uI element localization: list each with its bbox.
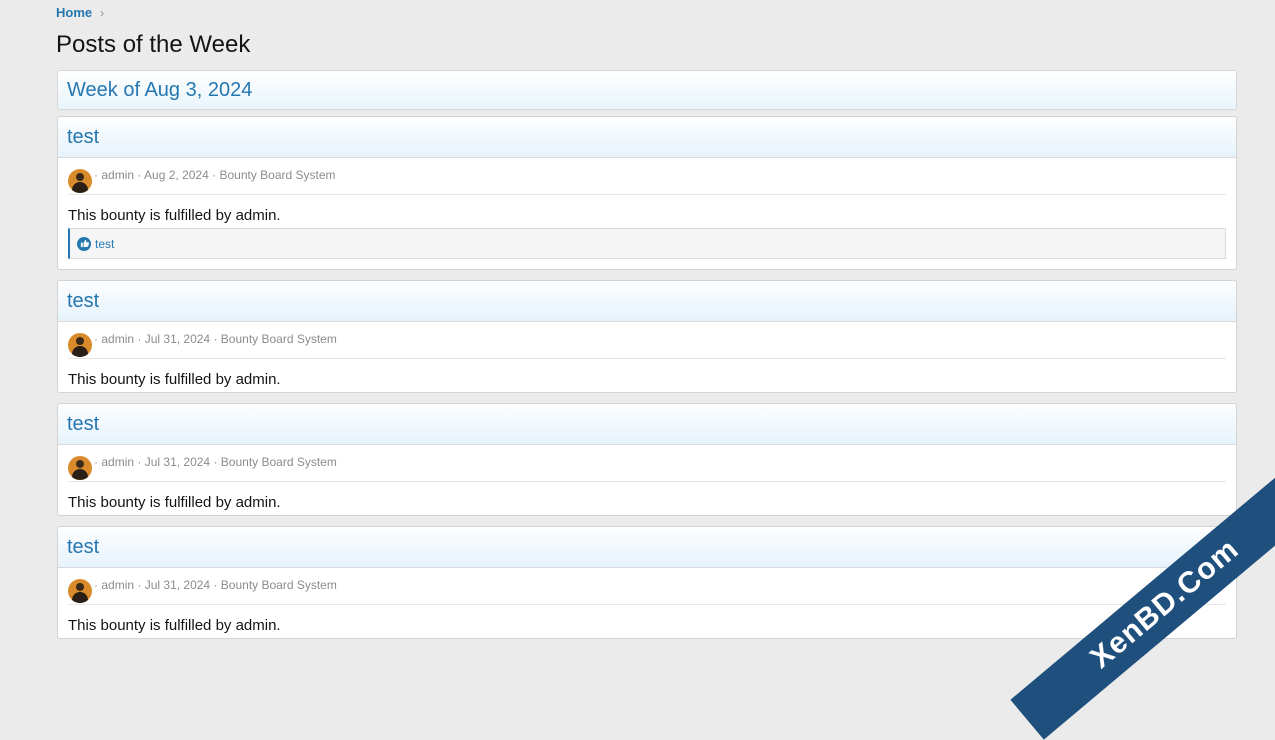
forum-link[interactable]: Bounty Board System — [221, 332, 337, 346]
week-title: Week of Aug 3, 2024 — [67, 79, 253, 101]
posts-container: Week of Aug 3, 2024 test · admin · Aug 2… — [57, 70, 1237, 639]
post-date: Jul 31, 2024 — [144, 455, 211, 469]
post-title-link[interactable]: test — [67, 536, 99, 558]
post-card: test · admin · Jul 31, 2024 · Bounty Boa… — [57, 280, 1237, 393]
post-content: This bounty is fulfilled by admin. — [68, 617, 281, 634]
post-meta-text: · admin · Jul 31, 2024 · Bounty Board Sy… — [94, 455, 337, 469]
post-content: This bounty is fulfilled by admin. — [68, 494, 281, 511]
forum-link[interactable]: Bounty Board System — [221, 455, 337, 469]
author-link[interactable]: admin — [101, 578, 134, 592]
post-meta: · admin · Jul 31, 2024 · Bounty Board Sy… — [68, 322, 1226, 359]
reactions-bar: test — [68, 228, 1226, 259]
post-card: test · admin · Jul 31, 2024 · Bounty Boa… — [57, 403, 1237, 516]
like-icon — [77, 236, 91, 251]
post-meta-text: · admin · Aug 2, 2024 · Bounty Board Sys… — [94, 168, 336, 182]
post-meta: · admin · Jul 31, 2024 · Bounty Board Sy… — [68, 568, 1226, 605]
post-header: test — [58, 404, 1236, 445]
post-date: Aug 2, 2024 — [144, 168, 209, 182]
post-meta-text: · admin · Jul 31, 2024 · Bounty Board Sy… — [94, 578, 337, 592]
avatar[interactable] — [68, 169, 92, 193]
post-card: test · admin · Aug 2, 2024 · Bounty Boar… — [57, 116, 1237, 270]
author-link[interactable]: admin — [101, 455, 134, 469]
avatar[interactable] — [68, 333, 92, 357]
post-title-link[interactable]: test — [67, 290, 99, 312]
post-meta: · admin · Jul 31, 2024 · Bounty Board Sy… — [68, 445, 1226, 482]
author-link[interactable]: admin — [101, 332, 134, 346]
post-card: test · admin · Jul 31, 2024 · Bounty Boa… — [57, 526, 1237, 639]
author-link[interactable]: admin — [101, 168, 134, 182]
post-title-link[interactable]: test — [67, 126, 99, 148]
breadcrumb: Home › — [56, 5, 104, 20]
post-content: This bounty is fulfilled by admin. — [68, 371, 281, 388]
post-header: test — [58, 527, 1236, 568]
breadcrumb-home-link[interactable]: Home — [56, 5, 92, 20]
post-header: test — [58, 117, 1236, 158]
avatar[interactable] — [68, 579, 92, 603]
post-title-link[interactable]: test — [67, 413, 99, 435]
reaction-user-link[interactable]: test — [95, 237, 114, 251]
post-meta: · admin · Aug 2, 2024 · Bounty Board Sys… — [68, 158, 1226, 195]
chevron-right-icon: › — [100, 5, 105, 20]
post-meta-text: · admin · Jul 31, 2024 · Bounty Board Sy… — [94, 332, 337, 346]
forum-link[interactable]: Bounty Board System — [219, 168, 335, 182]
page-title: Posts of the Week — [56, 31, 251, 58]
post-date: Jul 31, 2024 — [144, 332, 211, 346]
forum-link[interactable]: Bounty Board System — [221, 578, 337, 592]
post-content: This bounty is fulfilled by admin. — [68, 207, 281, 224]
post-date: Jul 31, 2024 — [144, 578, 211, 592]
post-header: test — [58, 281, 1236, 322]
avatar[interactable] — [68, 456, 92, 480]
week-header: Week of Aug 3, 2024 — [57, 70, 1237, 110]
